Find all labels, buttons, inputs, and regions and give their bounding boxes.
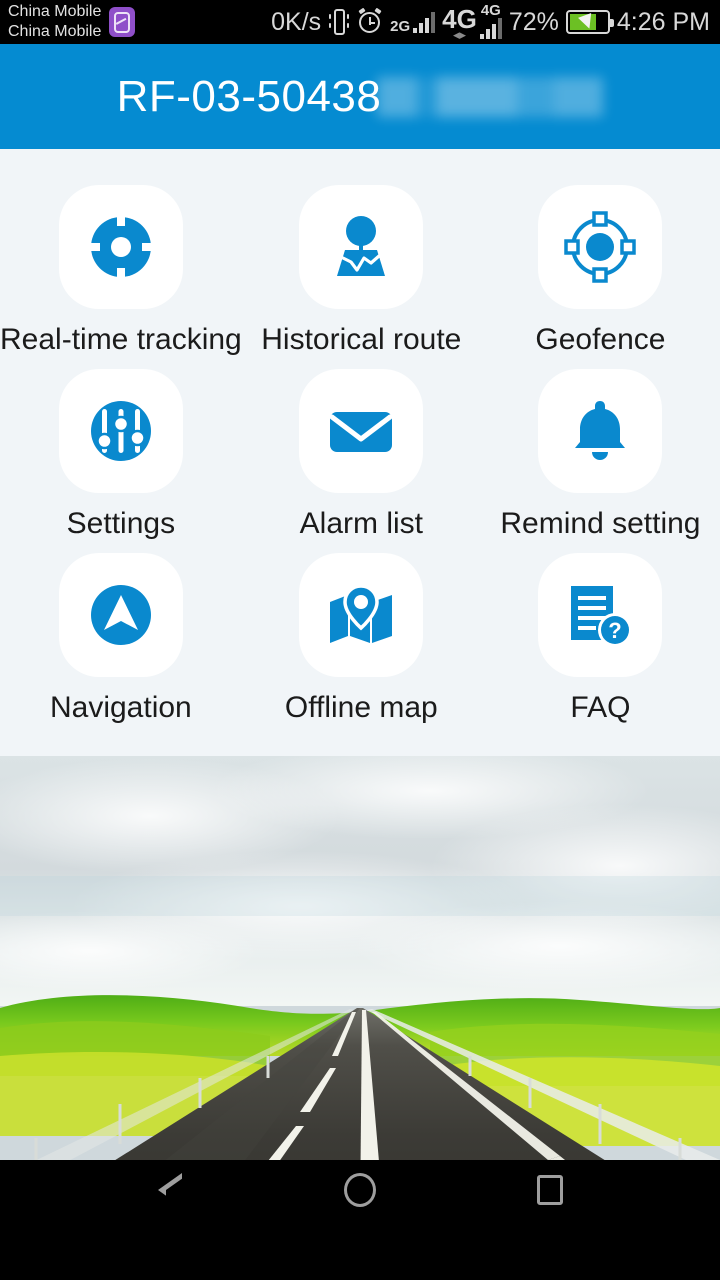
road-landscape-photo (0, 756, 720, 1220)
clock-label: 4:26 PM (616, 7, 710, 36)
status-icons: 0K/s 2G 4G ◂▸ 4G 72% 4:26 PM (271, 2, 710, 42)
svg-text:?: ? (609, 618, 622, 643)
network-speed-label: 0K/s (271, 7, 322, 36)
bell-icon (563, 394, 637, 468)
redacted-title-blur (377, 76, 604, 117)
map-pin-route-icon (324, 210, 398, 284)
grid-item-label: Remind setting (500, 507, 701, 540)
document-question-icon: ? (563, 578, 637, 652)
carrier-label-sim1: China Mobile (8, 3, 102, 20)
target-crosshair-icon (84, 210, 158, 284)
grid-item-label: Navigation (49, 691, 192, 724)
grid-item-label: FAQ (570, 691, 631, 724)
tile-background (58, 553, 183, 677)
grid-item-label: Settings (66, 507, 176, 540)
navigation-arrow-icon (84, 578, 158, 652)
phone-screen: China Mobile China Mobile 0K/s 2G 4G ◂▸ … (0, 0, 720, 1280)
grid-item-label: Offline map (284, 691, 438, 724)
vibrate-icon (328, 7, 350, 37)
tile-background (58, 369, 183, 493)
signal-2g-group: 2G (390, 11, 436, 35)
grid-item-settings[interactable]: Settings (0, 369, 242, 541)
main-content: Real-time tracking Historical route Geof… (0, 149, 720, 756)
grid-item-label: Historical route (261, 323, 462, 356)
app-header: RF-03-50438 (0, 44, 720, 149)
grid-item-navigation[interactable]: Navigation (0, 553, 242, 725)
photo-svg (0, 756, 720, 1220)
signal-bars-sim1-icon (413, 11, 436, 33)
grid-item-geofence[interactable]: Geofence (481, 185, 720, 357)
tile-background (299, 369, 424, 493)
carrier-labels: China Mobile China Mobile (8, 2, 101, 42)
carrier-label-sim2: China Mobile (8, 23, 102, 40)
android-nav-bar (0, 1160, 720, 1220)
grid-item-remind-setting[interactable]: Remind setting (481, 369, 720, 541)
recents-square-icon[interactable] (520, 1160, 580, 1220)
tile-background (299, 553, 424, 677)
grid-item-label: Real-time tracking (0, 323, 242, 356)
network-type-4g-small-label: 4G (480, 2, 501, 19)
network-type-2g-label: 2G (390, 18, 411, 35)
back-triangle-icon[interactable] (140, 1160, 200, 1220)
battery-charging-icon (565, 10, 614, 34)
sim-card-icon (109, 7, 136, 37)
grid-item-alarm-list[interactable]: Alarm list (242, 369, 481, 541)
alarm-clock-icon (357, 7, 383, 35)
feature-grid: Real-time tracking Historical route Geof… (0, 149, 720, 725)
grid-item-real-time-tracking[interactable]: Real-time tracking (0, 185, 242, 357)
page-title: RF-03-50438 (116, 71, 382, 121)
sliders-icon (84, 394, 158, 468)
geofence-ring-icon (563, 210, 637, 284)
grid-item-faq[interactable]: ? FAQ (481, 553, 720, 725)
grid-item-offline-map[interactable]: Offline map (242, 553, 481, 725)
tile-background (538, 369, 663, 493)
data-arrows-icon: ◂▸ (452, 27, 467, 42)
tile-background (58, 185, 183, 309)
tile-background (538, 185, 663, 309)
signal-4g-group: 4G ◂▸ 4G (442, 2, 502, 42)
tile-background: ? (538, 553, 663, 677)
grid-item-historical-route[interactable]: Historical route (242, 185, 481, 357)
envelope-icon (324, 394, 398, 468)
grid-item-label: Alarm list (299, 507, 423, 540)
folded-map-pin-icon (324, 578, 398, 652)
grid-item-label: Geofence (535, 323, 666, 356)
status-bar: China Mobile China Mobile 0K/s 2G 4G ◂▸ … (0, 0, 720, 44)
battery-percent-label: 72% (508, 7, 559, 36)
tile-background (299, 185, 424, 309)
home-circle-icon[interactable] (330, 1160, 390, 1220)
signal-bars-sim2-icon (479, 17, 502, 39)
